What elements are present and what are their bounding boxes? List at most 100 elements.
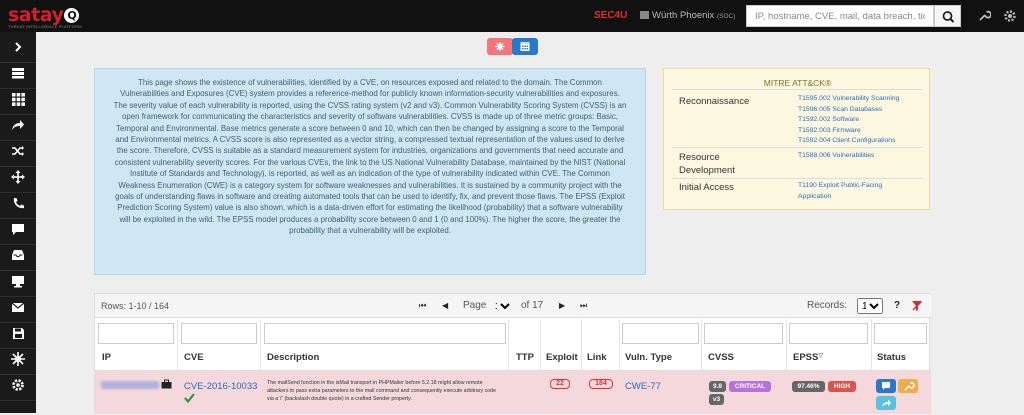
page-label: Page <box>463 300 487 311</box>
chevron-right-icon <box>15 42 22 52</box>
total-pages: 17 <box>532 300 544 311</box>
tenant-name: Würth Phoenix <box>652 10 715 21</box>
chat-icon <box>12 223 24 235</box>
vuln-type-link[interactable]: CWE-77 <box>625 381 661 392</box>
next-page-button[interactable]: ▶ <box>559 301 565 310</box>
filter-vuln-type[interactable] <box>622 323 699 344</box>
cvss-severity-badge: CRITICAL <box>729 381 771 392</box>
vulnerability-description: The mailSend function in the isMail tran… <box>267 380 497 403</box>
filter-ip[interactable] <box>98 323 174 344</box>
help-button[interactable]: ? <box>894 300 900 311</box>
mitre-technique-link[interactable]: T1592.004 Client Configurations <box>798 136 895 147</box>
logo-subtitle: THREAT INTELLIGENCE PLATFORM <box>8 24 82 29</box>
col-header-ip[interactable]: IP <box>102 352 111 363</box>
move-icon <box>11 170 25 184</box>
inbox-icon <box>12 250 24 260</box>
exploit-count-badge[interactable]: 22 <box>550 379 570 389</box>
mitre-technique-link[interactable]: T1596.005 Scan Databases <box>798 105 882 116</box>
of-text: of <box>521 300 530 311</box>
col-header-vuln-type[interactable]: Vuln. Type <box>625 352 672 363</box>
mitre-technique-link[interactable]: T1592.003 Firmware <box>798 126 861 137</box>
mitre-tactic: Resource Development <box>679 152 735 176</box>
share-icon <box>882 399 891 407</box>
sort-indicator-icon: ▽ <box>818 353 823 359</box>
table-pager: Rows: 1-10 / 164 ⏮ ◀ Page 1 of 17 ▶ ⏭ Re… <box>95 294 931 318</box>
filter-cvss[interactable] <box>704 323 783 344</box>
mitre-technique-link[interactable]: T1588.006 Vulnerabilities <box>798 151 874 162</box>
check-icon <box>184 393 195 403</box>
top-bar: satay Q THREAT INTELLIGENCE PLATFORM SEC4… <box>0 0 1024 32</box>
shuffle-icon <box>12 146 24 156</box>
mitre-row-reconnaissance: Reconnaissance T1595.002 Vulnerability S… <box>672 89 922 147</box>
vulnerabilities-table: Rows: 1-10 / 164 ⏮ ◀ Page 1 of 17 ▶ ⏭ Re… <box>94 293 931 414</box>
col-header-link[interactable]: Link <box>587 352 607 363</box>
building-icon <box>640 11 649 19</box>
cve-link[interactable]: CVE-2016-10033 <box>184 381 257 392</box>
col-header-ttp[interactable]: TTP <box>516 352 534 363</box>
satayo-logo[interactable]: satay Q THREAT INTELLIGENCE PLATFORM <box>8 4 82 30</box>
link-count-badge[interactable]: 184 <box>589 379 613 389</box>
search-icon <box>942 11 955 23</box>
page-select[interactable]: 1 <box>491 298 513 314</box>
first-page-button[interactable]: ⏮ <box>419 301 426 311</box>
prev-page-button[interactable]: ◀ <box>442 301 448 310</box>
comment-button[interactable] <box>876 379 896 393</box>
col-header-cve[interactable]: CVE <box>184 352 204 363</box>
calendar-view-button[interactable] <box>512 38 538 55</box>
tenant-suffix: (SOC) <box>716 13 736 20</box>
search-button[interactable] <box>934 5 961 27</box>
col-header-epss[interactable]: EPSS▽ <box>793 352 823 363</box>
sec4u-label[interactable]: SEC4U <box>594 10 627 21</box>
sidebar <box>0 32 36 413</box>
mitre-technique-link[interactable]: T1190 Exploit Public-Facing Application <box>798 181 913 202</box>
col-header-status[interactable]: Status <box>877 352 906 363</box>
sidebar-item-settings[interactable] <box>0 370 36 401</box>
rows-info: Rows: 1-10 / 164 <box>101 301 170 311</box>
mitre-row-initial-access: Initial Access T1190 Exploit Public-Faci… <box>672 178 922 208</box>
desktop-icon <box>12 275 24 287</box>
cvss-score-badge: 9.8 <box>709 381 726 392</box>
grid-icon <box>11 92 25 106</box>
edit-button[interactable] <box>898 379 918 393</box>
filter-status[interactable] <box>874 323 927 344</box>
bug-view-button[interactable] <box>487 38 513 55</box>
server-icon <box>12 68 24 79</box>
tenant-selector[interactable]: Würth Phoenix (SOC) <box>640 10 735 21</box>
filter-description[interactable] <box>264 323 506 344</box>
clear-filters-icon[interactable] <box>911 300 923 312</box>
wrench-icon <box>904 382 915 391</box>
gear-icon <box>12 379 24 391</box>
logo-text: satay <box>8 4 64 26</box>
mitre-title: MITRE ATT&CK® <box>763 78 832 88</box>
forward-button[interactable] <box>876 396 896 410</box>
filter-epss[interactable] <box>789 323 868 344</box>
mitre-tactic: Initial Access <box>679 182 734 193</box>
calendar-icon <box>520 42 530 51</box>
logo-q: Q <box>64 8 80 23</box>
search-input[interactable] <box>746 5 934 27</box>
save-icon <box>12 327 24 339</box>
epss-label: EPSS <box>793 352 819 363</box>
epss-level-badge: HIGH <box>828 381 856 392</box>
mitre-technique-link[interactable]: T1592.002 Software <box>798 115 859 126</box>
bug-icon <box>495 42 505 51</box>
mitre-row-resource-development: Resource Development T1588.006 Vulnerabi… <box>672 147 922 178</box>
records-select[interactable]: 10 <box>857 298 883 314</box>
ip-address-redacted[interactable] <box>101 381 159 389</box>
last-page-button[interactable]: ⏭ <box>580 301 587 311</box>
col-header-exploit[interactable]: Exploit <box>546 352 578 363</box>
of-label: of 17 <box>521 300 543 311</box>
table-row[interactable]: CVE-2016-10033 The mailSend function in … <box>95 370 931 414</box>
mitre-tactic: Reconnaissance <box>679 96 750 107</box>
col-header-description[interactable]: Description <box>267 352 319 363</box>
mitre-technique-link[interactable]: T1595.002 Vulnerability Scanning <box>798 94 899 105</box>
filter-cve[interactable] <box>181 323 257 344</box>
info-description: This page shows the existence of vulnera… <box>94 68 646 275</box>
share-icon <box>12 120 24 130</box>
wrench-icon[interactable] <box>977 9 991 23</box>
phone-icon <box>13 197 24 208</box>
envelope-icon <box>11 302 25 312</box>
settings-gear-icon[interactable] <box>1003 9 1017 23</box>
col-header-cvss[interactable]: CVSS <box>708 352 734 363</box>
bug-icon <box>11 352 25 366</box>
